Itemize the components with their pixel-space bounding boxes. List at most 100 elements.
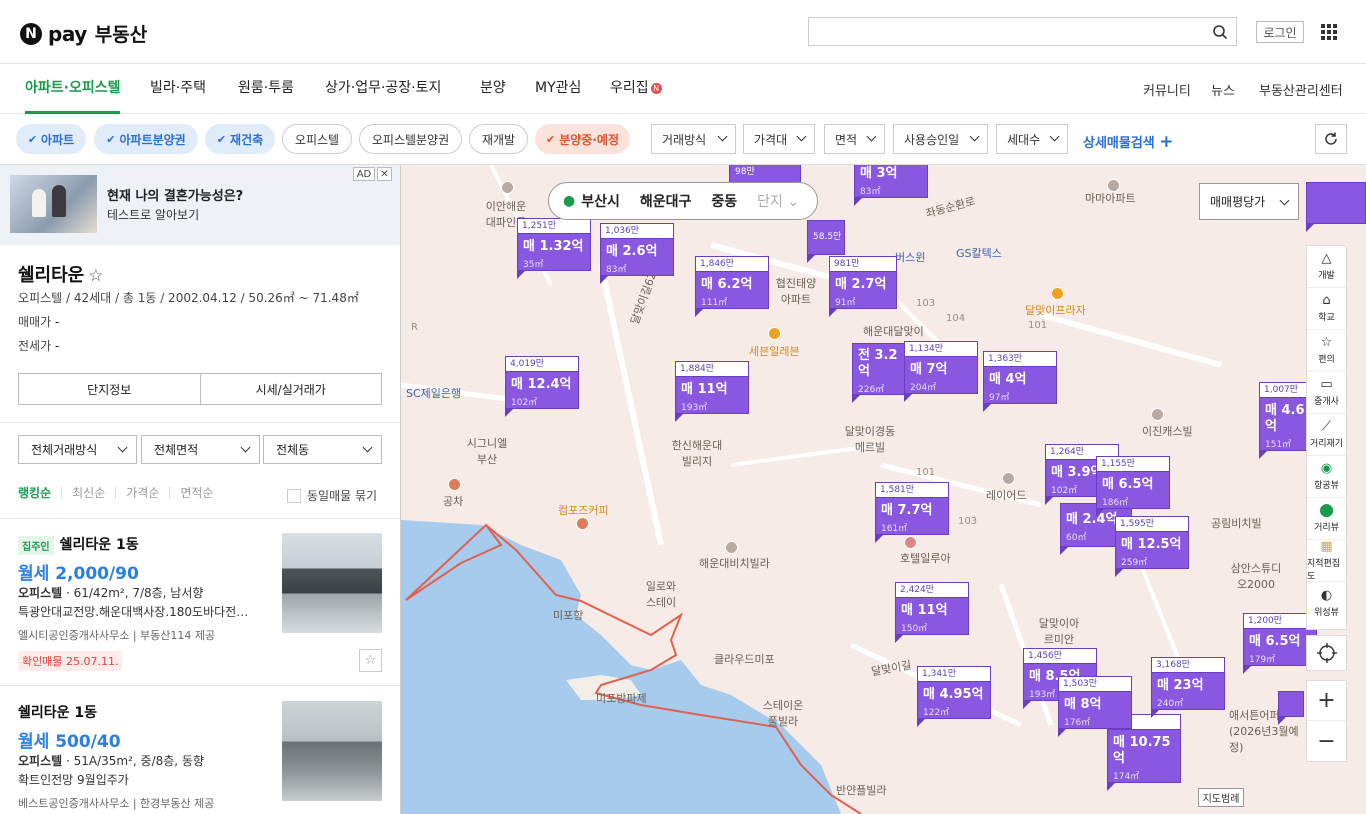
price-marker-partial[interactable]: [1278, 691, 1304, 725]
nav-presale[interactable]: 분양: [480, 64, 506, 114]
price-marker[interactable]: 3,168만 매 23억 240㎡: [1151, 657, 1225, 718]
price-marker[interactable]: 1,251만 매 1.32억 35㎡: [517, 218, 591, 279]
star-icon[interactable]: ☆: [88, 266, 103, 286]
logo[interactable]: N pay 부동산: [20, 20, 147, 47]
nav-news[interactable]: 뉴스: [1211, 80, 1235, 99]
chip-redevelopment[interactable]: 재개발: [469, 124, 528, 154]
dropdown-trade-type[interactable]: 거래방식: [651, 124, 736, 154]
tab-price-history[interactable]: 시세/실거래가: [201, 374, 382, 404]
chip-reconstruction[interactable]: ✔ 재건축: [205, 124, 275, 154]
listing-photo[interactable]: [282, 533, 382, 633]
tool-distance[interactable]: ⟋ 거리재기: [1307, 414, 1346, 456]
nav-apartment[interactable]: 아파트·오피스텔: [25, 64, 121, 114]
select-trade-type[interactable]: 전체거래방식: [18, 435, 137, 464]
chip-apartment-presale[interactable]: ✔ 아파트분양권: [94, 124, 198, 154]
price-marker-partial[interactable]: 58.5만: [807, 220, 845, 263]
marker-unit-price: 1,884만: [676, 362, 748, 377]
chip-officetel-presale[interactable]: 오피스텔분양권: [359, 124, 462, 154]
chip-apartment[interactable]: ✔ 아파트: [16, 124, 86, 154]
select-area[interactable]: 전체면적: [141, 435, 260, 464]
price-marker-partial[interactable]: 98만: [729, 165, 801, 191]
ad-banner[interactable]: 현재 나의 결혼가능성은? 테스트로 알아보기 AD ✕: [0, 165, 400, 245]
price-marker[interactable]: 1,595만 매 12.5억 259㎡: [1115, 516, 1189, 577]
map-label: 컴포즈커피: [558, 504, 609, 517]
location-complex[interactable]: 단지 ⌄: [757, 191, 799, 211]
listing-photo[interactable]: [282, 701, 382, 801]
marker-unit-price: 1,846만: [696, 257, 768, 272]
price-marker[interactable]: 1,363만 매 4억 97㎡: [983, 351, 1057, 412]
price-marker[interactable]: 1,884만 매 11억 193㎡: [675, 361, 749, 422]
location-city[interactable]: 부산시: [581, 191, 620, 211]
price-marker[interactable]: 981만 매 2.7억 91㎡: [829, 256, 897, 317]
star-icon[interactable]: ☆: [359, 649, 382, 672]
tool-street[interactable]: ⬤ 거리뷰: [1307, 498, 1346, 540]
tool-cadastral[interactable]: ▦ 지적편집도: [1307, 539, 1346, 582]
price-marker[interactable]: 1,341만 매 4.95억 122㎡: [917, 666, 991, 727]
group-same-listings[interactable]: 동일매물 묶기: [287, 487, 377, 504]
nav-my-home[interactable]: 우리집 N: [610, 64, 662, 114]
nav-oneroom[interactable]: 원룸·투룸: [238, 64, 294, 114]
complex-toggle[interactable]: [1306, 182, 1366, 232]
list-item[interactable]: 집주인 쉘리타운 1동 월세 2,000/90 오피스텔 · 61/42m², 7…: [0, 519, 400, 686]
price-marker[interactable]: 1,155만 매 6.5억 186㎡: [1096, 456, 1170, 517]
nav-villa[interactable]: 빌라·주택: [150, 64, 206, 114]
map-label: 공차: [443, 495, 464, 508]
detail-search-button[interactable]: 상세매물검색 +: [1083, 132, 1174, 152]
marker-area: 35㎡: [523, 260, 544, 270]
price-marker[interactable]: 1,134만 매 7억 204㎡: [904, 341, 978, 402]
zoom-in-button[interactable]: +: [1307, 681, 1346, 721]
price-marker[interactable]: 전 3.2억 226㎡: [852, 343, 906, 403]
nav-community[interactable]: 커뮤니티: [1143, 80, 1191, 99]
nav-commercial[interactable]: 상가·업무·공장·토지: [325, 64, 441, 114]
tool-agent[interactable]: ▭ 중개사: [1307, 372, 1346, 414]
map-label: 해운대달맞이: [863, 325, 924, 338]
select-dong[interactable]: 전체동: [263, 435, 382, 464]
close-icon[interactable]: ✕: [377, 167, 392, 181]
sort-price[interactable]: 가격순: [115, 487, 169, 499]
price-marker[interactable]: 2,424만 매 11억 150㎡: [895, 582, 969, 643]
location-breadcrumb[interactable]: ● 부산시 해운대구 중동 단지 ⌄: [548, 182, 818, 220]
tool-satellite[interactable]: ◐ 위성뷰: [1307, 582, 1346, 624]
price-marker[interactable]: 1,036만 매 2.6억 83㎡: [600, 223, 674, 284]
price-marker[interactable]: 매 3억 83㎡: [854, 165, 928, 206]
price-marker[interactable]: 1,007만 매 4.6억 151㎡: [1259, 382, 1311, 459]
checkbox[interactable]: [287, 488, 301, 503]
price-marker[interactable]: 1,503만 매 8억 176㎡: [1058, 676, 1132, 737]
chip-officetel[interactable]: 오피스텔: [282, 124, 352, 154]
dropdown-approval-date[interactable]: 사용승인일: [893, 124, 988, 154]
nav-my-interest[interactable]: MY관심: [535, 64, 581, 114]
tool-aerial[interactable]: ◉ 항공뷰: [1307, 456, 1346, 498]
chip-presale-planned[interactable]: ✔ 분양중·예정: [535, 124, 630, 154]
price-marker[interactable]: 4,019만 매 12.4억 102㎡: [505, 356, 579, 417]
dropdown-price[interactable]: 가격대: [743, 124, 815, 154]
map-legend-button[interactable]: 지도범례: [1198, 788, 1244, 807]
tool-school[interactable]: ⌂ 학교: [1307, 288, 1346, 330]
map-price-type-select[interactable]: 매매평당가: [1199, 183, 1299, 220]
my-location-button[interactable]: [1306, 635, 1347, 671]
map-number: 103: [916, 298, 936, 309]
zoom-out-button[interactable]: −: [1307, 721, 1346, 761]
sort-area[interactable]: 면적순: [169, 487, 223, 499]
owner-badge: 집주인: [18, 535, 54, 555]
price-marker[interactable]: 1,581만 매 7.7억 161㎡: [875, 482, 949, 543]
search-input[interactable]: [808, 17, 1237, 46]
marker-price: 매 3억: [860, 166, 898, 181]
refresh-button[interactable]: [1315, 124, 1347, 154]
sort-latest[interactable]: 최신순: [61, 487, 115, 499]
search-icon[interactable]: [1212, 24, 1228, 40]
tool-convenience[interactable]: ☆ 편의: [1307, 330, 1346, 372]
apps-grid-icon[interactable]: [1321, 24, 1337, 40]
location-dong[interactable]: 중동: [711, 191, 737, 211]
nav-management-center[interactable]: 부동산관리센터: [1259, 80, 1343, 99]
top-bar: N pay 부동산 로그인: [0, 0, 1366, 64]
list-item[interactable]: 쉘리타운 1동 월세 500/40 오피스텔 · 51A/35m², 중/8층,…: [0, 687, 400, 814]
dropdown-households[interactable]: 세대수: [996, 124, 1068, 154]
sort-ranking[interactable]: 랭킹순: [18, 487, 61, 499]
tool-development[interactable]: △ 개발: [1307, 246, 1346, 288]
map-area[interactable]: 이안해운대파인몰 마마아파트 좌동순환로 버스윈 GS칼텍스 협진태양아파트 세…: [401, 165, 1366, 814]
price-marker[interactable]: 1,846만 매 6.2억 111㎡: [695, 256, 769, 317]
login-button[interactable]: 로그인: [1256, 21, 1304, 43]
tab-complex-info[interactable]: 단지정보: [19, 374, 201, 404]
dropdown-area[interactable]: 면적: [824, 124, 885, 154]
location-district[interactable]: 해운대구: [640, 191, 692, 211]
